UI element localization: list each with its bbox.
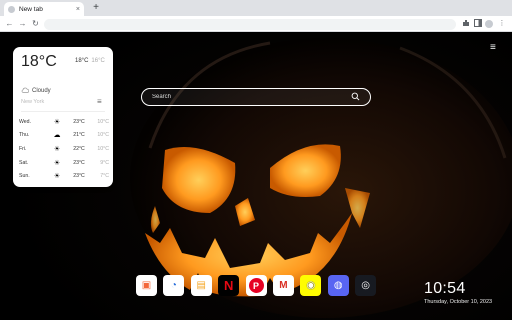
weather-condition: Cloudy xyxy=(21,87,51,95)
clock-widget: 10:54 Thursday, October 10, 2023 xyxy=(424,280,492,305)
forecast-row: Fri. ☀ 22°C 10°C xyxy=(19,142,109,156)
forecast-high: 23°C xyxy=(73,159,85,166)
app-discord[interactable]: ◍ xyxy=(327,275,349,296)
kebab-menu-icon[interactable]: ⋮ xyxy=(497,19,507,29)
hamburger-menu-icon[interactable]: ≡ xyxy=(490,43,500,53)
steam-icon: ◎ xyxy=(361,280,370,291)
discord-icon: ◍ xyxy=(333,280,343,291)
app-gmail[interactable]: M xyxy=(272,275,294,296)
app-netflix[interactable]: N xyxy=(218,275,240,296)
forecast-row: Thu. ☁ 21°C 10°C xyxy=(19,129,109,143)
forecast-high: 23°C xyxy=(73,173,85,180)
forecast-high: 22°C xyxy=(73,145,85,152)
cloud-icon xyxy=(21,87,30,95)
reload-button[interactable]: ↻ xyxy=(30,18,41,29)
sun-icon: ☀ xyxy=(53,145,61,153)
gmail-icon: M xyxy=(279,280,288,291)
sun-icon: ☀ xyxy=(53,159,61,167)
new-tab-button[interactable]: + xyxy=(90,2,102,14)
notes-icon: ▤ xyxy=(196,280,206,291)
side-panel-icon[interactable] xyxy=(473,19,483,29)
tab-new-tab[interactable]: New tab × xyxy=(4,2,84,16)
today-high-low: 18°C 16°C xyxy=(75,58,105,64)
tab-strip: New tab × + xyxy=(0,0,512,16)
extensions-icon[interactable] xyxy=(461,19,471,29)
condition-label: Cloudy xyxy=(32,88,51,94)
weather-menu-icon[interactable]: ≡ xyxy=(97,97,102,106)
favicon-icon xyxy=(8,5,15,13)
sun-icon: ☀ xyxy=(53,118,61,126)
app-notes[interactable]: ▤ xyxy=(190,275,212,296)
search-bar[interactable] xyxy=(141,88,371,106)
forecast-day: Fri. xyxy=(19,145,27,152)
forecast-row: Wed. ☀ 23°C 10°C xyxy=(19,115,109,129)
netflix-icon: N xyxy=(223,278,234,293)
snapchat-ghost-icon: ◉ xyxy=(306,280,316,291)
forecast-day: Thu. xyxy=(19,132,30,139)
city-name: New York xyxy=(21,99,45,105)
clock-date: Thursday, October 10, 2023 xyxy=(424,299,493,305)
address-bar[interactable] xyxy=(44,18,456,30)
search-icon[interactable] xyxy=(351,92,360,101)
search-input[interactable] xyxy=(152,91,342,103)
tab-title: New tab xyxy=(19,5,43,13)
forecast-day: Sun. xyxy=(19,173,30,180)
forecast-list: Wed. ☀ 23°C 10°C Thu. ☁ 21°C 10°C Fri. ☀… xyxy=(19,115,109,183)
tab-close-icon[interactable]: × xyxy=(76,6,80,13)
pinterest-icon: P xyxy=(248,278,264,293)
gauge-icon: ◔ xyxy=(170,280,177,291)
back-button[interactable]: ← xyxy=(4,18,15,29)
app-steam[interactable]: ◎ xyxy=(355,275,377,296)
weather-widget[interactable]: 18°C 18°C 16°C Cloudy New York ≡ Wed. ☀ 2… xyxy=(13,47,113,187)
cloud-icon: ☁ xyxy=(53,132,61,140)
forward-button[interactable]: → xyxy=(17,18,28,29)
forecast-low: 9°C xyxy=(100,159,109,166)
today-high: 18°C xyxy=(75,58,89,64)
clock-time: 10:54 xyxy=(424,280,466,297)
forecast-row: Sat. ☀ 23°C 9°C xyxy=(19,156,109,170)
forecast-low: 10°C xyxy=(97,132,109,139)
app-photos[interactable]: ▣ xyxy=(136,275,157,296)
app-snapchat[interactable]: ◉ xyxy=(300,275,322,296)
app-dock: ▣ ◔ ▤ N P M ◉ ◍ ◎ xyxy=(136,275,377,296)
forecast-high: 23°C xyxy=(73,118,85,125)
forecast-low: 7°C xyxy=(100,173,109,180)
app-speed[interactable]: ◔ xyxy=(163,275,185,296)
forecast-day: Wed. xyxy=(19,118,32,125)
new-tab-page: 18°C 18°C 16°C Cloudy New York ≡ Wed. ☀ 2… xyxy=(0,33,512,320)
photos-icon: ▣ xyxy=(141,280,152,291)
sun-icon: ☀ xyxy=(53,173,61,181)
forecast-low: 10°C xyxy=(97,145,109,152)
forecast-high: 21°C xyxy=(73,132,85,139)
divider xyxy=(21,111,105,112)
current-temperature: 18°C xyxy=(21,53,57,70)
app-pinterest[interactable]: P xyxy=(245,275,267,296)
today-low: 16°C xyxy=(91,58,105,64)
forecast-day: Sat. xyxy=(19,159,29,166)
browser-toolbar: ← → ↻ ⋮ xyxy=(0,16,512,32)
profile-avatar[interactable] xyxy=(485,20,493,28)
forecast-low: 10°C xyxy=(97,118,109,125)
forecast-row: Sun. ☀ 23°C 7°C xyxy=(19,169,109,183)
